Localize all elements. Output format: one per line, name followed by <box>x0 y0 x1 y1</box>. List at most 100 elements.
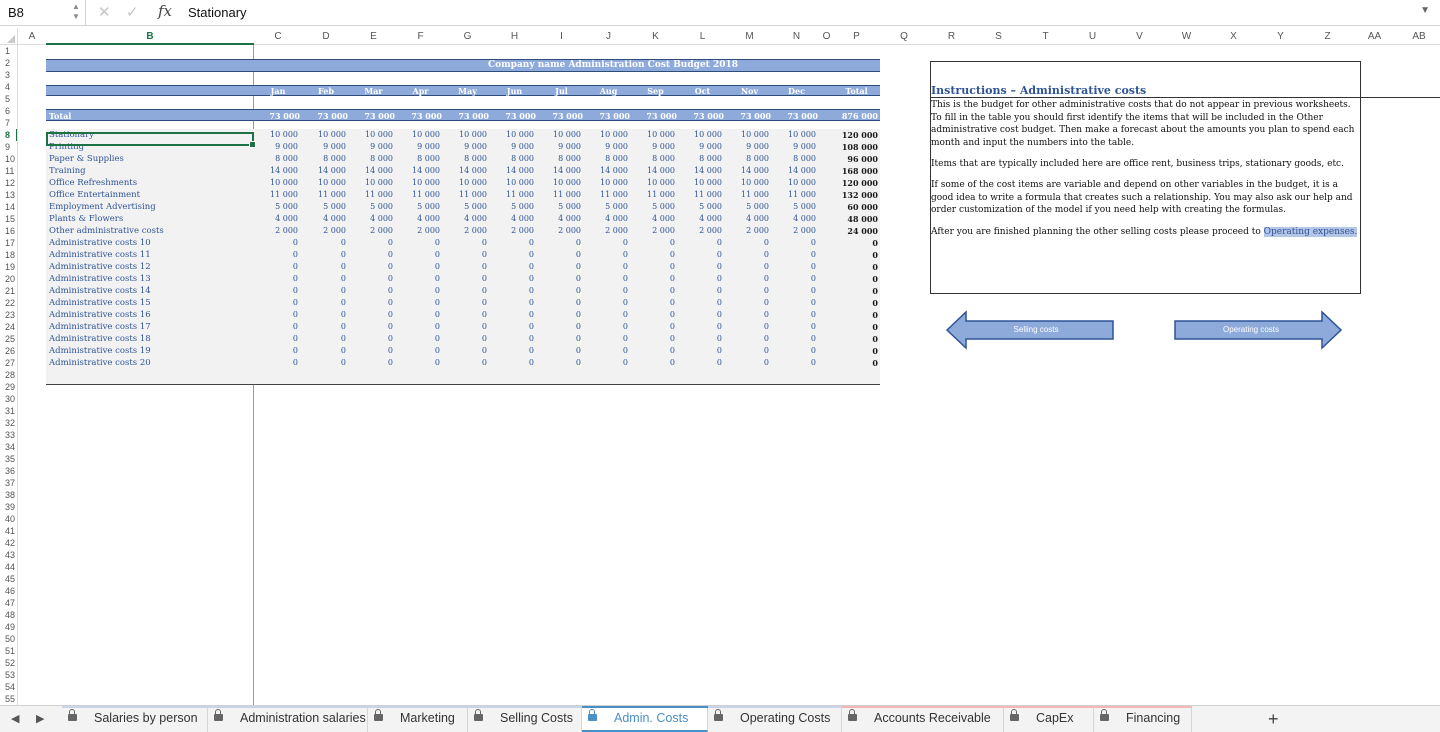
table-cell[interactable]: 0 <box>726 250 769 259</box>
table-cell[interactable]: 0 <box>538 298 581 307</box>
table-cell[interactable]: 10 000 <box>397 178 440 187</box>
table-cell[interactable]: 0 <box>632 250 675 259</box>
name-box[interactable]: B8 ▲ ▼ <box>0 0 86 26</box>
table-cell[interactable]: 0 <box>726 334 769 343</box>
table-cell[interactable]: 0 <box>538 346 581 355</box>
table-cell[interactable]: 0 <box>538 310 581 319</box>
column-header-g[interactable]: G <box>444 28 491 45</box>
table-cell[interactable]: 0 <box>302 238 346 247</box>
total-cell[interactable]: 73 000 <box>397 111 442 121</box>
table-cell[interactable]: 14 000 <box>491 166 534 175</box>
table-cell[interactable]: 14 000 <box>585 166 628 175</box>
table-cell[interactable]: 0 <box>726 298 769 307</box>
table-cell[interactable]: 4 000 <box>397 214 440 223</box>
table-cell[interactable]: 11 000 <box>585 190 628 199</box>
table-cell[interactable]: 0 <box>632 238 675 247</box>
table-cell[interactable]: 10 000 <box>585 178 628 187</box>
table-cell[interactable]: 0 <box>350 322 393 331</box>
table-cell[interactable]: 0 <box>302 274 346 283</box>
table-cell[interactable]: 0 <box>350 358 393 367</box>
column-header-j[interactable]: J <box>585 28 632 45</box>
table-cell[interactable]: 0 <box>679 262 722 271</box>
column-header-i[interactable]: I <box>538 28 585 45</box>
table-cell[interactable]: 0 <box>585 262 628 271</box>
table-cell[interactable]: 10 000 <box>773 178 816 187</box>
table-cell[interactable]: 10 000 <box>679 130 722 139</box>
name-box-value[interactable]: B8 <box>8 5 24 20</box>
table-cell[interactable]: 0 <box>679 310 722 319</box>
table-cell[interactable]: 11 000 <box>302 190 346 199</box>
table-cell[interactable]: 0 <box>254 298 298 307</box>
table-cell[interactable]: 8 000 <box>444 154 487 163</box>
table-cell[interactable]: 0 <box>254 262 298 271</box>
table-cell[interactable]: 0 <box>397 322 440 331</box>
table-cell[interactable]: 0 <box>773 358 816 367</box>
table-cell[interactable]: 0 <box>444 274 487 283</box>
table-cell[interactable]: 0 <box>679 298 722 307</box>
table-cell[interactable]: 0 <box>538 322 581 331</box>
table-cell[interactable]: 4 000 <box>773 214 816 223</box>
total-cell[interactable]: 73 000 <box>254 111 300 121</box>
table-cell[interactable]: 0 <box>254 250 298 259</box>
total-cell[interactable]: 73 000 <box>585 111 630 121</box>
table-cell[interactable]: 0 <box>773 346 816 355</box>
row-label[interactable]: Employment Advertising <box>49 202 156 212</box>
table-cell[interactable]: 10 000 <box>632 178 675 187</box>
table-cell[interactable]: 14 000 <box>726 166 769 175</box>
table-cell[interactable]: 8 000 <box>254 154 298 163</box>
table-cell[interactable]: 10 000 <box>491 178 534 187</box>
row-total-cell[interactable]: 0 <box>833 250 878 260</box>
table-cell[interactable]: 14 000 <box>350 166 393 175</box>
table-cell[interactable]: 0 <box>491 298 534 307</box>
table-cell[interactable]: 0 <box>585 250 628 259</box>
table-cell[interactable]: 5 000 <box>679 202 722 211</box>
table-cell[interactable]: 10 000 <box>444 178 487 187</box>
table-cell[interactable]: 14 000 <box>632 166 675 175</box>
row-label[interactable]: Administrative costs 20 <box>49 358 151 368</box>
table-cell[interactable]: 0 <box>632 358 675 367</box>
column-header-o[interactable]: O <box>820 28 833 45</box>
row-total-cell[interactable]: 0 <box>833 358 878 368</box>
sheet-tab-administration-salaries[interactable]: Administration salaries <box>208 706 368 732</box>
table-cell[interactable]: 0 <box>302 322 346 331</box>
column-header-e[interactable]: E <box>350 28 397 45</box>
table-cell[interactable]: 10 000 <box>302 178 346 187</box>
table-cell[interactable]: 4 000 <box>444 214 487 223</box>
table-cell[interactable]: 0 <box>444 346 487 355</box>
table-cell[interactable]: 0 <box>350 334 393 343</box>
total-cell[interactable]: 73 000 <box>679 111 724 121</box>
total-cell[interactable]: 73 000 <box>350 111 395 121</box>
column-header-s[interactable]: S <box>975 28 1022 45</box>
row-total-cell[interactable]: 132 000 <box>833 190 878 200</box>
table-cell[interactable]: 0 <box>302 310 346 319</box>
table-cell[interactable]: 14 000 <box>679 166 722 175</box>
table-cell[interactable]: 0 <box>538 334 581 343</box>
row-total-cell[interactable]: 120 000 <box>833 178 878 188</box>
table-cell[interactable]: 0 <box>632 298 675 307</box>
table-cell[interactable]: 4 000 <box>679 214 722 223</box>
table-cell[interactable]: 0 <box>491 262 534 271</box>
row-label[interactable]: Paper & Supplies <box>49 154 124 164</box>
row-label[interactable]: Other administrative costs <box>49 226 164 236</box>
row-label[interactable]: Office Entertainment <box>49 190 140 200</box>
table-cell[interactable]: 0 <box>350 346 393 355</box>
row-label[interactable]: Administrative costs 18 <box>49 334 151 344</box>
table-cell[interactable]: 10 000 <box>350 178 393 187</box>
table-cell[interactable]: 0 <box>585 298 628 307</box>
table-cell[interactable]: 4 000 <box>632 214 675 223</box>
table-cell[interactable]: 0 <box>254 238 298 247</box>
table-cell[interactable]: 14 000 <box>254 166 298 175</box>
table-cell[interactable]: 0 <box>585 274 628 283</box>
table-cell[interactable]: 10 000 <box>538 178 581 187</box>
table-cell[interactable]: 0 <box>254 310 298 319</box>
table-cell[interactable]: 0 <box>491 286 534 295</box>
row-label[interactable]: Administrative costs 10 <box>49 238 151 248</box>
row-label[interactable]: Plants & Flowers <box>49 214 123 224</box>
table-cell[interactable]: 9 000 <box>491 142 534 151</box>
table-cell[interactable]: 0 <box>773 298 816 307</box>
table-cell[interactable]: 2 000 <box>444 226 487 235</box>
table-cell[interactable]: 10 000 <box>585 130 628 139</box>
table-cell[interactable]: 0 <box>444 310 487 319</box>
table-cell[interactable]: 8 000 <box>773 154 816 163</box>
table-cell[interactable]: 0 <box>773 334 816 343</box>
